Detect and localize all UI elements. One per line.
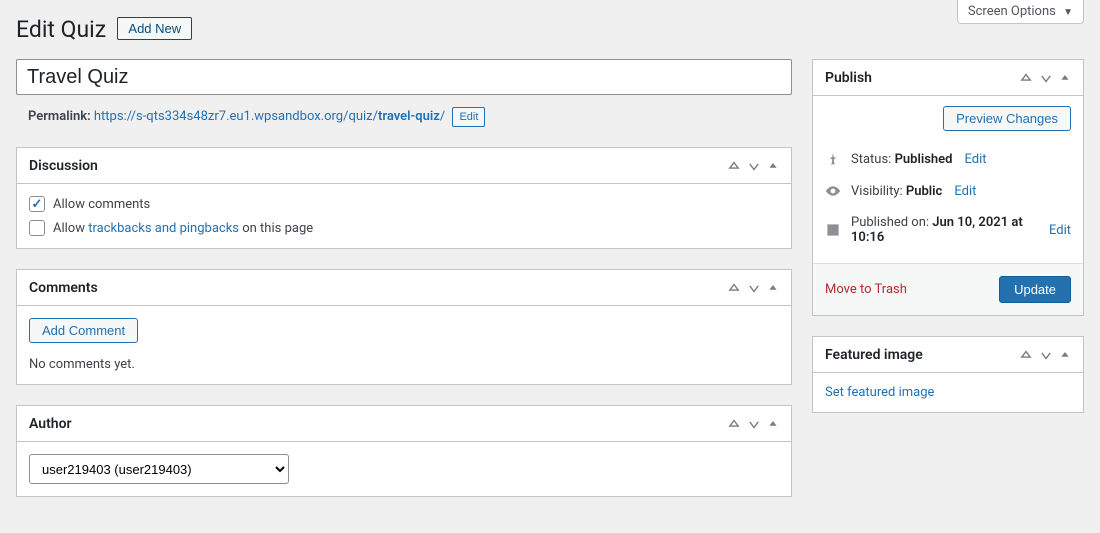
toggle-panel-icon[interactable] <box>767 282 779 294</box>
toggle-panel-icon[interactable] <box>767 160 779 172</box>
discussion-metabox: Discussion <box>16 147 792 249</box>
page-title: Edit Quiz <box>16 16 106 43</box>
move-up-icon[interactable] <box>1019 348 1033 362</box>
permalink-row: Permalink: https://s-qts334s48zr7.eu1.wp… <box>16 107 792 127</box>
allow-comments-checkbox[interactable] <box>29 196 45 212</box>
author-heading: Author <box>29 416 72 432</box>
author-metabox: Author user219403 (user219403) <box>16 405 792 497</box>
permalink-label: Permalink: <box>28 109 91 124</box>
screen-options-button[interactable]: Screen Options ▼ <box>957 0 1084 24</box>
screen-options-label: Screen Options <box>968 4 1056 19</box>
visibility-text: Visibility: Public <box>851 184 942 199</box>
edit-visibility-link[interactable]: Edit <box>954 184 976 199</box>
toggle-panel-icon[interactable] <box>1059 72 1071 84</box>
publish-heading: Publish <box>825 70 872 86</box>
chevron-down-icon: ▼ <box>1063 7 1073 18</box>
featured-image-heading: Featured image <box>825 347 923 363</box>
calendar-icon <box>825 222 841 238</box>
permalink-link[interactable]: https://s-qts334s48zr7.eu1.wpsandbox.org… <box>94 109 445 124</box>
edit-status-link[interactable]: Edit <box>964 152 986 167</box>
publish-metabox: Publish Preview Changes <box>812 59 1084 316</box>
allow-trackbacks-label: Allow trackbacks and pingbacks on this p… <box>53 221 313 236</box>
featured-image-metabox: Featured image Set featured image <box>812 336 1084 413</box>
set-featured-image-link[interactable]: Set featured image <box>825 385 934 400</box>
move-down-icon[interactable] <box>747 417 761 431</box>
pin-icon <box>825 151 841 167</box>
move-up-icon[interactable] <box>727 159 741 173</box>
add-comment-button[interactable]: Add Comment <box>29 318 138 343</box>
edit-permalink-button[interactable]: Edit <box>452 107 485 127</box>
quiz-title-input[interactable] <box>16 59 792 95</box>
add-new-button[interactable]: Add New <box>117 17 192 40</box>
comments-metabox: Comments Add Comment No comments yet. <box>16 269 792 385</box>
author-select[interactable]: user219403 (user219403) <box>29 454 289 484</box>
move-up-icon[interactable] <box>727 417 741 431</box>
no-comments-text: No comments yet. <box>29 357 779 372</box>
move-down-icon[interactable] <box>747 159 761 173</box>
trackbacks-link[interactable]: trackbacks and pingbacks <box>88 221 239 236</box>
update-button[interactable]: Update <box>999 276 1071 303</box>
eye-icon <box>825 183 841 199</box>
status-text: Status: Published <box>851 152 952 167</box>
move-to-trash-link[interactable]: Move to Trash <box>825 282 907 297</box>
comments-heading: Comments <box>29 280 98 296</box>
move-up-icon[interactable] <box>727 281 741 295</box>
published-date-text: Published on: Jun 10, 2021 at 10:16 <box>851 215 1037 245</box>
allow-comments-label: Allow comments <box>53 197 150 212</box>
move-down-icon[interactable] <box>747 281 761 295</box>
preview-changes-button[interactable]: Preview Changes <box>943 106 1071 131</box>
toggle-panel-icon[interactable] <box>1059 349 1071 361</box>
discussion-heading: Discussion <box>29 158 98 174</box>
allow-trackbacks-checkbox[interactable] <box>29 220 45 236</box>
move-down-icon[interactable] <box>1039 348 1053 362</box>
move-down-icon[interactable] <box>1039 71 1053 85</box>
edit-date-link[interactable]: Edit <box>1049 223 1071 238</box>
move-up-icon[interactable] <box>1019 71 1033 85</box>
toggle-panel-icon[interactable] <box>767 418 779 430</box>
